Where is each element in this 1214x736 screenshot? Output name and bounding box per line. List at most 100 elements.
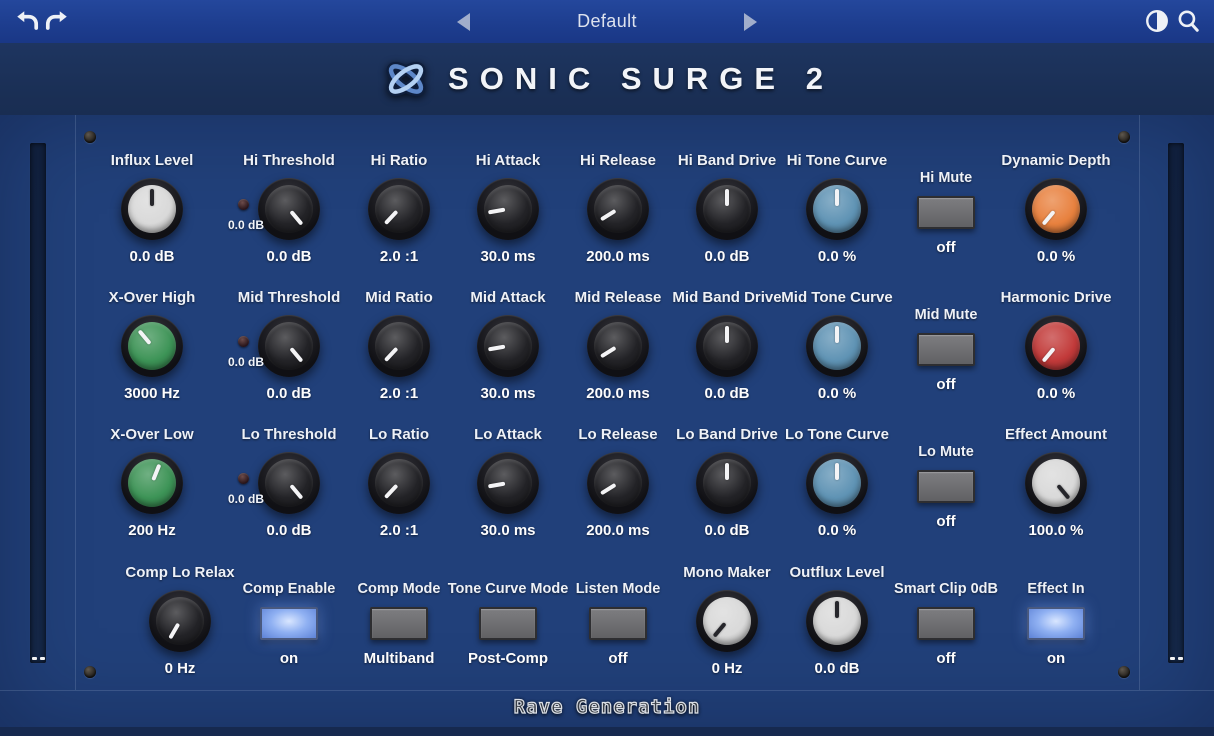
lo-tone-curve-knob[interactable]: [806, 452, 868, 514]
hi-mute-toggle-button[interactable]: [917, 196, 975, 229]
harmonic-drive-knob[interactable]: [1025, 315, 1087, 377]
listen-mode-toggle-button[interactable]: [589, 607, 647, 640]
control-harmonic-drive: Harmonic Drive0.0 %: [991, 288, 1121, 403]
mid-attack-pointer: [488, 345, 505, 352]
title-header: SONIC SURGE 2: [0, 43, 1214, 116]
mid-ratio-knob[interactable]: [368, 315, 430, 377]
lo-threshold-side-value: 0.0 dB: [220, 492, 272, 506]
mid-band-drive-knob[interactable]: [696, 315, 758, 377]
hi-threshold-pointer: [289, 210, 303, 226]
comp-enable-toggle-button[interactable]: [260, 607, 318, 640]
dynamic-depth-pointer: [1042, 210, 1056, 226]
hi-ratio-value: 2.0 :1: [380, 248, 418, 266]
effect-amount-value: 100.0 %: [1028, 522, 1083, 540]
x-over-high-pointer: [138, 329, 152, 345]
control-dynamic-depth: Dynamic Depth0.0 %: [991, 151, 1121, 266]
x-over-high-label: X-Over High: [109, 288, 196, 307]
mid-threshold-label: Mid Threshold: [238, 288, 341, 307]
panel-border-left: [75, 115, 76, 690]
smart-clip-0db-toggle-button[interactable]: [917, 607, 975, 640]
mono-maker-pointer: [713, 622, 727, 638]
hi-band-drive-value: 0.0 dB: [704, 248, 749, 266]
tone-curve-mode-label: Tone Curve Mode: [448, 580, 569, 599]
effect-amount-knob[interactable]: [1025, 452, 1087, 514]
control-effect-in: Effect Inon: [991, 580, 1121, 668]
outflux-level-label: Outflux Level: [789, 563, 884, 582]
control-x-over-low: X-Over Low200 Hz: [87, 425, 217, 540]
mid-release-knob[interactable]: [587, 315, 649, 377]
effect-in-value: on: [1047, 650, 1065, 668]
hi-tone-curve-knob[interactable]: [806, 178, 868, 240]
effect-in-toggle-button[interactable]: [1027, 607, 1085, 640]
lo-threshold-pointer: [289, 484, 303, 500]
comp-enable-label: Comp Enable: [243, 580, 336, 599]
dynamic-depth-knob[interactable]: [1025, 178, 1087, 240]
control-influx-level: Influx Level0.0 dB: [87, 151, 217, 266]
lo-ratio-value: 2.0 :1: [380, 522, 418, 540]
comp-lo-relax-knob[interactable]: [149, 590, 211, 652]
mid-tone-curve-knob[interactable]: [806, 315, 868, 377]
preset-name[interactable]: Default: [577, 11, 637, 32]
x-over-high-knob[interactable]: [121, 315, 183, 377]
lo-mute-toggle-button[interactable]: [917, 470, 975, 503]
comp-mode-toggle-button[interactable]: [370, 607, 428, 640]
influx-level-pointer: [150, 189, 154, 206]
screw: [84, 666, 96, 678]
hi-tone-curve-pointer: [835, 189, 839, 206]
hi-ratio-pointer: [384, 210, 399, 225]
mid-mute-toggle-button[interactable]: [917, 333, 975, 366]
hi-band-drive-pointer: [725, 189, 729, 206]
brand-footer: Rave Generation: [0, 696, 1214, 718]
x-over-low-knob[interactable]: [121, 452, 183, 514]
lo-release-value: 200.0 ms: [586, 522, 649, 540]
lo-release-knob[interactable]: [587, 452, 649, 514]
lo-ratio-pointer: [384, 484, 399, 499]
x-over-low-value: 200 Hz: [128, 522, 176, 540]
undo-icon[interactable]: [14, 8, 40, 34]
hi-ratio-knob[interactable]: [368, 178, 430, 240]
lo-mute-label: Lo Mute: [918, 443, 974, 462]
comp-lo-relax-value: 0 Hz: [165, 660, 196, 678]
screw: [84, 131, 96, 143]
redo-icon[interactable]: [44, 8, 70, 34]
comp-lo-relax-pointer: [168, 623, 180, 640]
lo-attack-pointer: [488, 482, 505, 489]
search-icon[interactable]: [1175, 8, 1201, 34]
next-preset-icon[interactable]: [744, 13, 757, 31]
lo-attack-label: Lo Attack: [474, 425, 542, 444]
mid-ratio-pointer: [384, 347, 399, 362]
influx-level-label: Influx Level: [111, 151, 194, 170]
lo-ratio-knob[interactable]: [368, 452, 430, 514]
hi-threshold-side-value: 0.0 dB: [220, 218, 272, 232]
comp-enable-value: on: [280, 650, 298, 668]
mid-release-value: 200.0 ms: [586, 385, 649, 403]
outflux-level-value: 0.0 dB: [814, 660, 859, 678]
comp-mode-value: Multiband: [364, 650, 435, 668]
hi-tone-curve-label: Hi Tone Curve: [787, 151, 888, 170]
listen-mode-value: off: [608, 650, 627, 668]
hi-release-pointer: [600, 209, 617, 221]
lo-band-drive-value: 0.0 dB: [704, 522, 749, 540]
panel-border-bottom: [0, 690, 1214, 691]
hi-band-drive-knob[interactable]: [696, 178, 758, 240]
tone-curve-mode-toggle-button[interactable]: [479, 607, 537, 640]
x-over-high-value: 3000 Hz: [124, 385, 180, 403]
top-toolbar: Default: [0, 0, 1214, 44]
mid-release-pointer: [600, 346, 617, 358]
mid-attack-knob[interactable]: [477, 315, 539, 377]
lo-tone-curve-pointer: [835, 463, 839, 480]
mono-maker-knob[interactable]: [696, 590, 758, 652]
contrast-icon[interactable]: [1144, 8, 1170, 34]
lo-attack-knob[interactable]: [477, 452, 539, 514]
lo-band-drive-knob[interactable]: [696, 452, 758, 514]
hi-attack-knob[interactable]: [477, 178, 539, 240]
tone-curve-mode-value: Post-Comp: [468, 650, 548, 668]
previous-preset-icon[interactable]: [457, 13, 470, 31]
plugin-window: Default SONIC SURGE 2: [0, 0, 1214, 736]
hi-release-knob[interactable]: [587, 178, 649, 240]
mid-ratio-value: 2.0 :1: [380, 385, 418, 403]
mid-band-drive-pointer: [725, 326, 729, 343]
outflux-level-knob[interactable]: [806, 590, 868, 652]
influx-level-knob[interactable]: [121, 178, 183, 240]
comp-lo-relax-label: Comp Lo Relax: [125, 563, 234, 582]
